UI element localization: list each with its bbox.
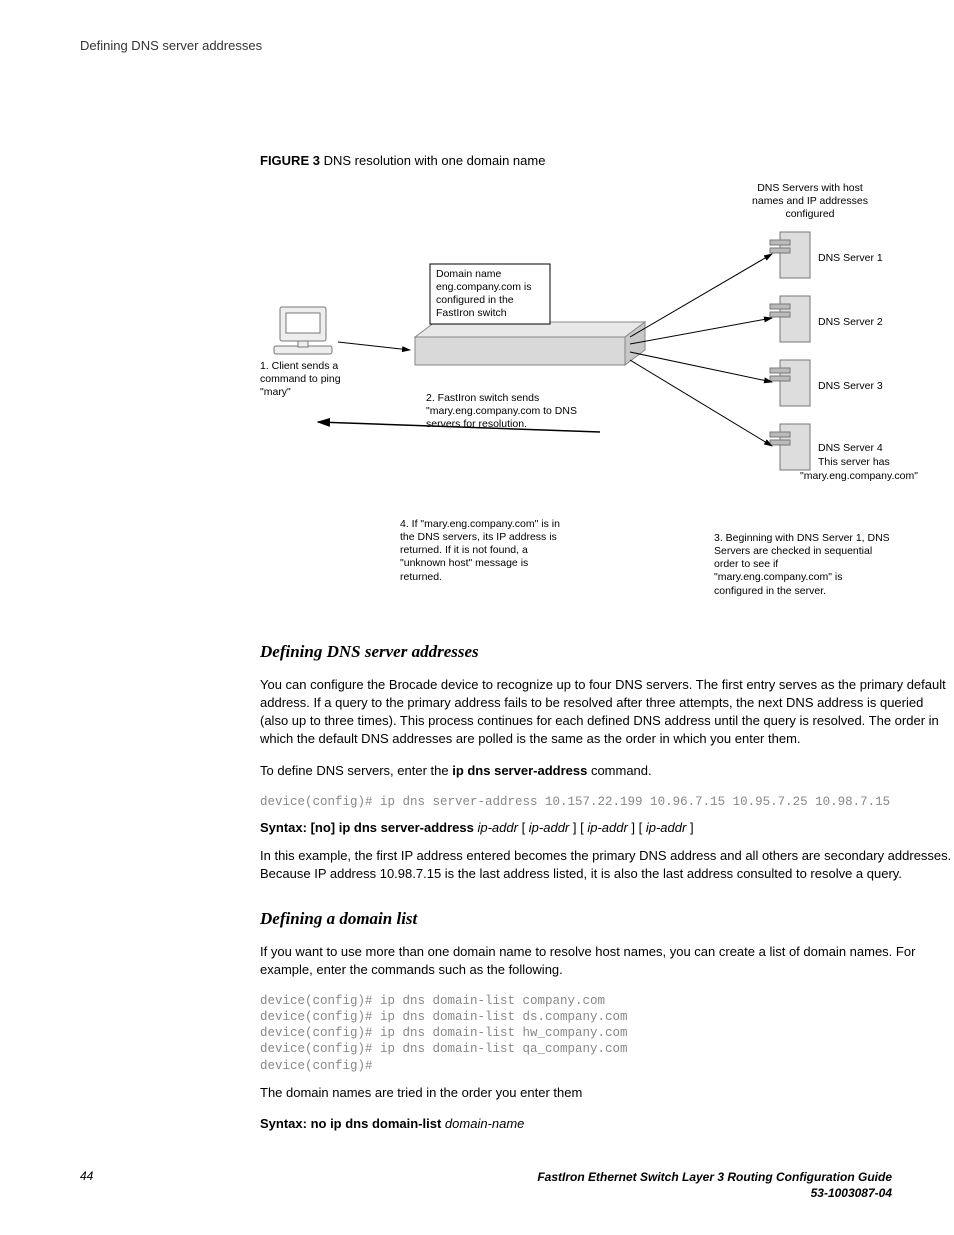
page-footer: 44 FastIron Ethernet Switch Layer 3 Rout… xyxy=(80,1169,892,1201)
domain-list-syntax-bold: Syntax: no ip dns domain-list xyxy=(260,1116,441,1131)
footer-guide: FastIron Ethernet Switch Layer 3 Routing… xyxy=(537,1169,892,1201)
domain-list-syntax: Syntax: no ip dns domain-list domain-nam… xyxy=(260,1116,954,1131)
diagram-step4: 4. If "mary.eng.company.com" is in the D… xyxy=(400,518,570,584)
dns-server-4-note1: This server has xyxy=(818,456,890,469)
dns-addr-syntax-ital-4: ip-addr xyxy=(646,820,686,835)
dns-server-icons xyxy=(770,232,810,470)
diagram-step2: 2. FastIron switch sends "mary.eng.compa… xyxy=(426,392,586,431)
section-title-dns-addr: Defining DNS server addresses xyxy=(260,642,954,662)
diagram-top-note: DNS Servers with host names and IP addre… xyxy=(740,182,880,221)
dns-server-1-label: DNS Server 1 xyxy=(818,252,883,265)
syntax-bracket: [ xyxy=(522,820,529,835)
dns-resolution-diagram: DNS Servers with host names and IP addre… xyxy=(260,182,920,612)
dns-addr-syntax-ital-1: ip-addr xyxy=(477,820,517,835)
dns-addr-syntax-ital-2: ip-addr xyxy=(529,820,569,835)
dns-addr-p2: To define DNS servers, enter the ip dns … xyxy=(260,762,954,780)
dns-addr-p2-post: command. xyxy=(587,763,651,778)
dns-addr-code: device(config)# ip dns server-address 10… xyxy=(260,794,954,810)
dns-server-2-label: DNS Server 2 xyxy=(818,316,883,329)
dns-addr-syntax-ital-3: ip-addr xyxy=(587,820,627,835)
page-number: 44 xyxy=(80,1169,93,1183)
diagram-domain-box-text: Domain name eng.company.com is configure… xyxy=(436,268,544,321)
syntax-bracket: ] [ xyxy=(628,820,646,835)
diagram-step3: 3. Beginning with DNS Server 1, DNS Serv… xyxy=(714,532,894,598)
domain-list-p2: The domain names are tried in the order … xyxy=(260,1084,954,1102)
running-header: Defining DNS server addresses xyxy=(80,38,892,53)
figure-title: DNS resolution with one domain name xyxy=(324,153,546,168)
diagram-step1: 1. Client sends a command to ping "mary" xyxy=(260,360,370,399)
dns-server-3-label: DNS Server 3 xyxy=(818,380,883,393)
dns-addr-syntax: Syntax: [no] ip dns server-address ip-ad… xyxy=(260,820,954,835)
switch-icon xyxy=(415,322,645,365)
dns-server-4-label: DNS Server 4 xyxy=(818,442,883,455)
syntax-bracket: ] [ xyxy=(569,820,587,835)
dns-server-4-note2: "mary.eng.company.com" xyxy=(800,470,918,483)
figure-caption: FIGURE 3 DNS resolution with one domain … xyxy=(260,153,892,168)
dns-addr-p1: You can configure the Brocade device to … xyxy=(260,676,954,748)
section-title-domain-list: Defining a domain list xyxy=(260,909,954,929)
dns-addr-p3: In this example, the first IP address en… xyxy=(260,847,954,883)
domain-list-syntax-ital: domain-name xyxy=(445,1116,525,1131)
domain-list-code: device(config)# ip dns domain-list compa… xyxy=(260,993,954,1074)
dns-addr-p2-pre: To define DNS servers, enter the xyxy=(260,763,452,778)
dns-addr-p2-cmd: ip dns server-address xyxy=(452,763,587,778)
syntax-bracket: ] xyxy=(686,820,693,835)
domain-list-p1: If you want to use more than one domain … xyxy=(260,943,954,979)
footer-guide-line1: FastIron Ethernet Switch Layer 3 Routing… xyxy=(537,1170,892,1184)
client-computer-icon xyxy=(274,307,332,354)
dns-addr-syntax-bold: Syntax: [no] ip dns server-address xyxy=(260,820,474,835)
figure-label: FIGURE 3 xyxy=(260,153,320,168)
footer-guide-line2: 53-1003087-04 xyxy=(811,1186,892,1200)
